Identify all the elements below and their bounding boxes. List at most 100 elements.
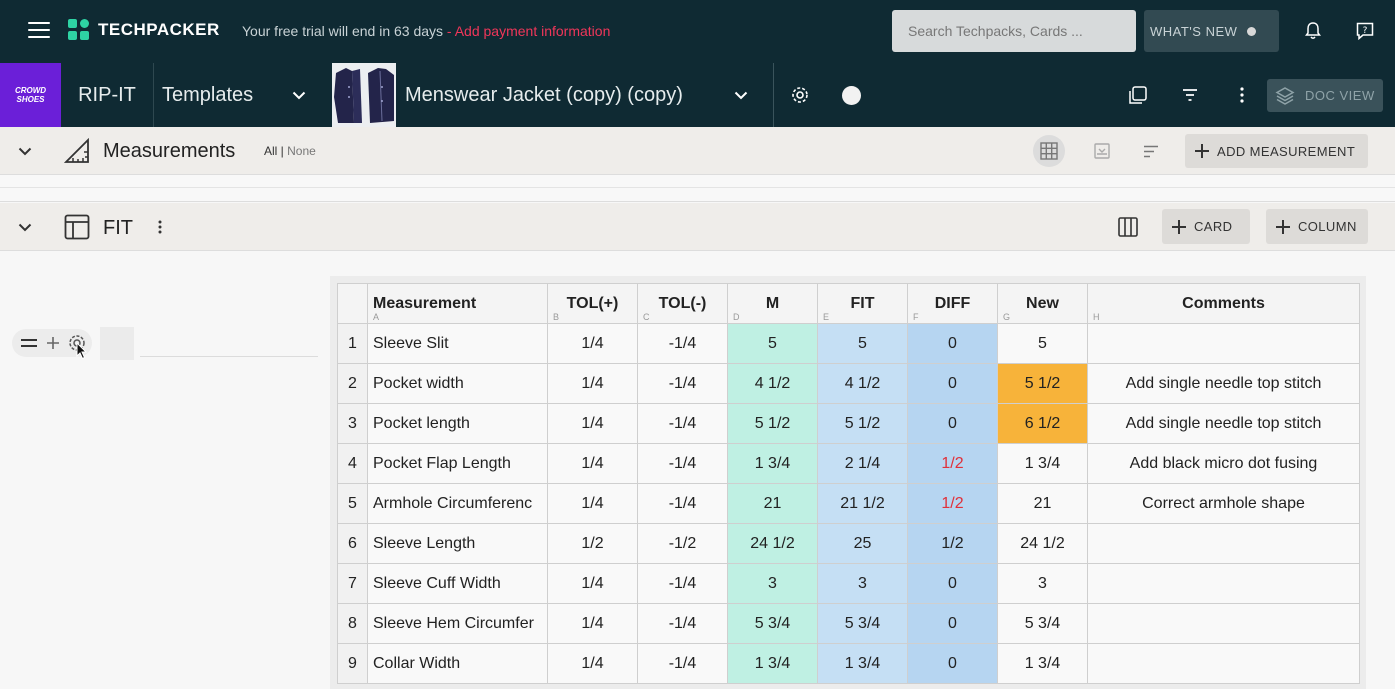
tol-plus-cell[interactable]: 1/4 bbox=[547, 643, 638, 684]
measurement-name-cell[interactable]: Sleeve Slit bbox=[367, 323, 548, 364]
tol-minus-cell[interactable]: -1/4 bbox=[637, 563, 728, 604]
new-cell[interactable]: 1 3/4 bbox=[997, 443, 1088, 484]
measurement-name-cell[interactable]: Sleeve Cuff Width bbox=[367, 563, 548, 604]
bell-icon[interactable] bbox=[1301, 19, 1325, 43]
column-header[interactable]: DIFF F bbox=[907, 283, 998, 324]
diff-cell[interactable]: 0 bbox=[907, 563, 998, 604]
techpacker-logo[interactable]: TECHPACKER bbox=[68, 19, 220, 41]
help-icon[interactable]: ? bbox=[1353, 19, 1377, 43]
comment-cell[interactable] bbox=[1087, 323, 1360, 364]
measurement-name-cell[interactable]: Pocket length bbox=[367, 403, 548, 444]
placeholder-cell[interactable] bbox=[100, 327, 134, 360]
tol-minus-cell[interactable]: -1/2 bbox=[637, 523, 728, 564]
comment-cell[interactable] bbox=[1087, 523, 1360, 564]
tol-plus-cell[interactable]: 1/2 bbox=[547, 523, 638, 564]
comment-cell[interactable]: Correct armhole shape bbox=[1087, 483, 1360, 524]
new-cell[interactable]: 21 bbox=[997, 483, 1088, 524]
filter-icon[interactable] bbox=[1178, 83, 1202, 107]
tol-minus-cell[interactable]: -1/4 bbox=[637, 443, 728, 484]
more-vertical-icon[interactable] bbox=[1230, 83, 1254, 107]
hamburger-icon[interactable] bbox=[28, 22, 50, 40]
tol-minus-cell[interactable]: -1/4 bbox=[637, 603, 728, 644]
new-cell[interactable]: 5 1/2 bbox=[997, 363, 1088, 404]
diff-cell[interactable]: 0 bbox=[907, 363, 998, 404]
measurement-name-cell[interactable]: Collar Width bbox=[367, 643, 548, 684]
fit-cell[interactable]: 2 1/4 bbox=[817, 443, 908, 484]
add-column-button[interactable]: COLUMN bbox=[1266, 209, 1368, 244]
column-header[interactable]: TOL(+) B bbox=[547, 283, 638, 324]
new-cell[interactable]: 3 bbox=[997, 563, 1088, 604]
tol-plus-cell[interactable]: 1/4 bbox=[547, 603, 638, 644]
tol-plus-cell[interactable]: 1/4 bbox=[547, 323, 638, 364]
import-icon[interactable] bbox=[1090, 139, 1114, 163]
chevron-down-icon[interactable] bbox=[13, 139, 37, 163]
tol-minus-cell[interactable]: -1/4 bbox=[637, 643, 728, 684]
grid-view-button[interactable] bbox=[1033, 135, 1065, 167]
comment-cell[interactable]: Add single needle top stitch bbox=[1087, 363, 1360, 404]
more-vertical-icon[interactable] bbox=[148, 215, 172, 239]
diff-cell[interactable]: 1/2 bbox=[907, 523, 998, 564]
folder-name[interactable]: Templates bbox=[162, 63, 253, 127]
tol-plus-cell[interactable]: 1/4 bbox=[547, 563, 638, 604]
tol-plus-cell[interactable]: 1/4 bbox=[547, 483, 638, 524]
status-indicator[interactable] bbox=[842, 86, 861, 105]
diff-cell[interactable]: 1/2 bbox=[907, 443, 998, 484]
chevron-down-icon[interactable] bbox=[13, 215, 37, 239]
size-m-cell[interactable]: 5 3/4 bbox=[727, 603, 818, 644]
measurement-name-cell[interactable]: Pocket width bbox=[367, 363, 548, 404]
add-payment-link[interactable]: - Add payment information bbox=[443, 23, 610, 39]
plus-icon[interactable] bbox=[46, 336, 60, 350]
diff-cell[interactable]: 0 bbox=[907, 403, 998, 444]
size-m-cell[interactable]: 1 3/4 bbox=[727, 443, 818, 484]
column-header[interactable]: Comments H bbox=[1087, 283, 1360, 324]
fit-cell[interactable]: 25 bbox=[817, 523, 908, 564]
new-cell[interactable]: 5 bbox=[997, 323, 1088, 364]
tol-plus-cell[interactable]: 1/4 bbox=[547, 443, 638, 484]
diff-cell[interactable]: 1/2 bbox=[907, 483, 998, 524]
size-m-cell[interactable]: 5 1/2 bbox=[727, 403, 818, 444]
diff-cell[interactable]: 0 bbox=[907, 643, 998, 684]
select-none-link[interactable]: None bbox=[287, 144, 316, 158]
fit-cell[interactable]: 3 bbox=[817, 563, 908, 604]
comment-cell[interactable] bbox=[1087, 563, 1360, 604]
tol-minus-cell[interactable]: -1/4 bbox=[637, 403, 728, 444]
add-measurement-button[interactable]: ADD MEASUREMENT bbox=[1185, 134, 1368, 168]
column-header[interactable]: Measurement A bbox=[367, 283, 548, 324]
tol-minus-cell[interactable]: -1/4 bbox=[637, 323, 728, 364]
columns-icon[interactable] bbox=[1116, 215, 1140, 239]
comment-cell[interactable] bbox=[1087, 643, 1360, 684]
tol-plus-cell[interactable]: 1/4 bbox=[547, 363, 638, 404]
comment-cell[interactable] bbox=[1087, 603, 1360, 644]
tol-plus-cell[interactable]: 1/4 bbox=[547, 403, 638, 444]
comment-cell[interactable]: Add black micro dot fusing bbox=[1087, 443, 1360, 484]
size-m-cell[interactable]: 3 bbox=[727, 563, 818, 604]
column-header[interactable]: MD bbox=[727, 283, 818, 324]
chevron-down-icon[interactable] bbox=[287, 83, 311, 107]
select-all-link[interactable]: All bbox=[264, 144, 277, 158]
new-cell[interactable]: 1 3/4 bbox=[997, 643, 1088, 684]
tol-minus-cell[interactable]: -1/4 bbox=[637, 483, 728, 524]
new-cell[interactable]: 5 3/4 bbox=[997, 603, 1088, 644]
size-m-cell[interactable]: 1 3/4 bbox=[727, 643, 818, 684]
diff-cell[interactable]: 0 bbox=[907, 603, 998, 644]
fit-cell[interactable]: 5 1/2 bbox=[817, 403, 908, 444]
techpack-title[interactable]: Menswear Jacket (copy) (copy) bbox=[405, 63, 683, 127]
measurement-name-cell[interactable]: Sleeve Length bbox=[367, 523, 548, 564]
column-header[interactable]: TOL(-) C bbox=[637, 283, 728, 324]
copy-icon[interactable] bbox=[1126, 83, 1150, 107]
fit-cell[interactable]: 5 bbox=[817, 323, 908, 364]
company-name[interactable]: RIP-IT bbox=[61, 63, 154, 127]
add-card-button[interactable]: CARD bbox=[1162, 209, 1250, 244]
fit-cell[interactable]: 5 3/4 bbox=[817, 603, 908, 644]
diff-cell[interactable]: 0 bbox=[907, 323, 998, 364]
gear-icon[interactable] bbox=[788, 83, 812, 107]
new-cell[interactable]: 6 1/2 bbox=[997, 403, 1088, 444]
whats-new-button[interactable]: WHAT'S NEW bbox=[1144, 10, 1279, 52]
doc-view-button[interactable]: DOC VIEW bbox=[1267, 79, 1383, 112]
fit-cell[interactable]: 4 1/2 bbox=[817, 363, 908, 404]
drag-handle-icon[interactable] bbox=[20, 338, 38, 348]
tol-minus-cell[interactable]: -1/4 bbox=[637, 363, 728, 404]
size-m-cell[interactable]: 4 1/2 bbox=[727, 363, 818, 404]
sort-icon[interactable] bbox=[1139, 139, 1163, 163]
column-header[interactable]: FIT E bbox=[817, 283, 908, 324]
